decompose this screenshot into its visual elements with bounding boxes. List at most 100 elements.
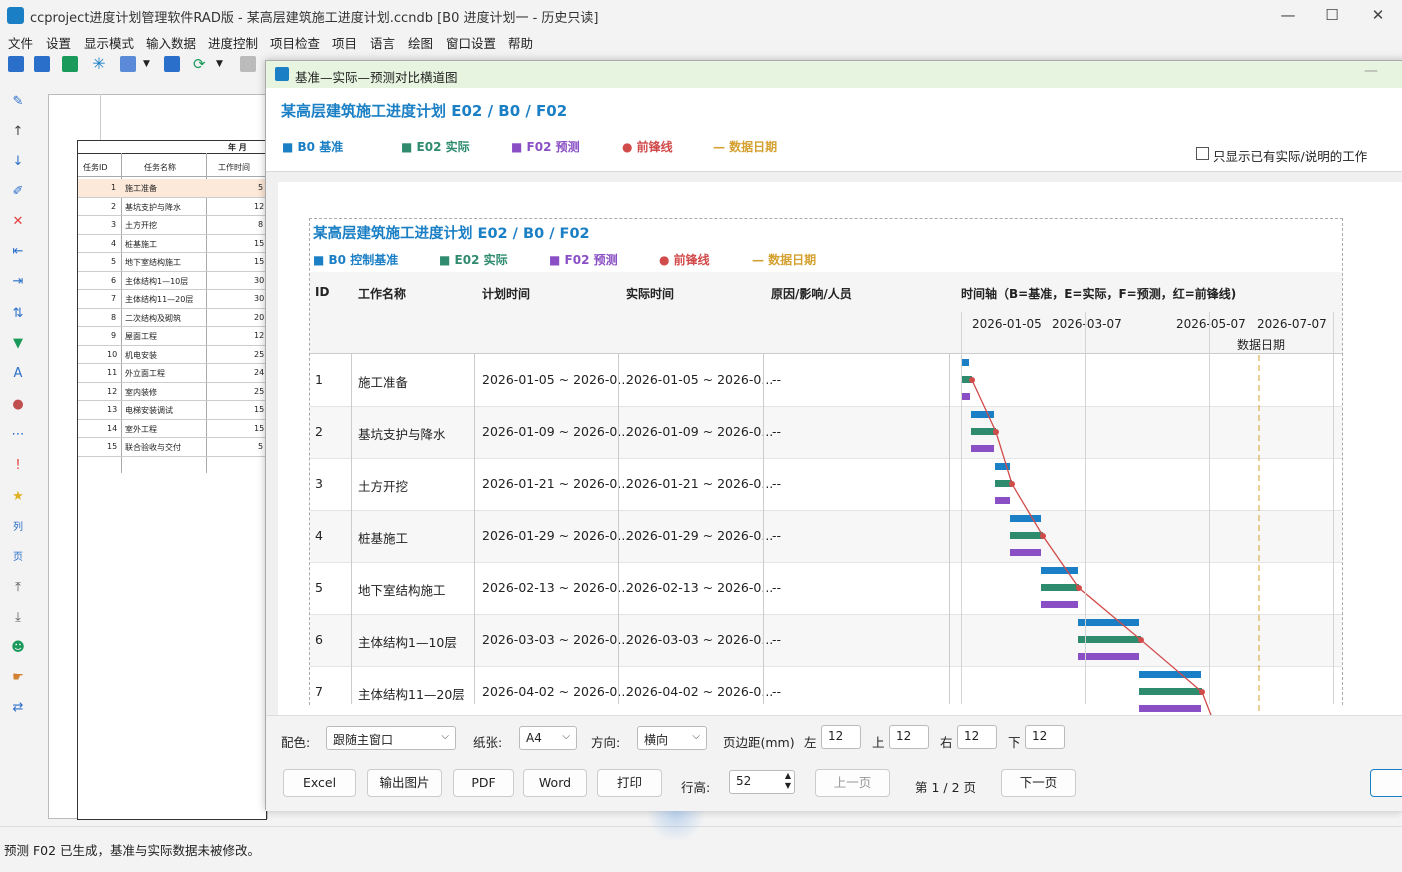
paper-select[interactable]: A4 ⌵: [519, 726, 577, 750]
next-page-button[interactable]: 下一页: [1001, 769, 1076, 797]
sheet-row[interactable]: 3 土方开挖 8: [78, 216, 266, 235]
print-button[interactable]: 打印: [597, 769, 662, 797]
print-icon[interactable]: [164, 56, 180, 72]
sheet-cell-id: 15: [107, 442, 118, 451]
sheet-row[interactable]: 7 主体结构11—20层 30: [78, 290, 266, 309]
margin-bottom-input[interactable]: 12: [1025, 725, 1065, 749]
sheet-row[interactable]: 6 主体结构1—10层 30: [78, 272, 266, 290]
pencil-icon[interactable]: ✎: [10, 94, 26, 110]
margin-left-input[interactable]: 12: [821, 725, 861, 749]
column-divider: [949, 354, 950, 704]
chevron-down-icon[interactable]: ▼: [216, 56, 232, 72]
col-task-name: 任务名称: [144, 163, 176, 172]
image-icon[interactable]: [120, 56, 136, 72]
sheet-cell-time: 12: [254, 331, 265, 340]
menu-progress-control[interactable]: 进度控制: [208, 33, 258, 52]
sheet-row[interactable]: 8 二次结构及砌筑 20: [78, 309, 266, 327]
dialog-minimize-button[interactable]: —: [1364, 63, 1378, 79]
menu-draw[interactable]: 绘图: [408, 33, 433, 52]
column-divider: [618, 354, 619, 704]
sheet-row[interactable]: 4 桩基施工 15: [78, 235, 266, 253]
sheet-row[interactable]: 13 电梯安装调试 15: [78, 401, 266, 420]
row-height-input[interactable]: 52 ▲ ▼: [729, 770, 795, 794]
arrow-up-icon[interactable]: ↑: [10, 124, 26, 140]
sheet-row[interactable]: 14 室外工程 15: [78, 420, 266, 438]
more-icon[interactable]: ⋯: [10, 427, 26, 443]
background-task-table: 年 月 任务ID 任务名称 工作时间 1 施工准备 5 2 基坑支护与降水 12 3 土方开挖…: [77, 140, 267, 820]
indent-icon[interactable]: ⇥: [10, 274, 26, 290]
page-info: 第 1 / 2 页: [915, 780, 977, 795]
grid-icon[interactable]: [240, 56, 256, 72]
swap-icon[interactable]: ⇄: [10, 700, 26, 716]
palette-icon[interactable]: ●: [10, 397, 26, 413]
menu-input-data[interactable]: 输入数据: [146, 33, 196, 52]
column-icon[interactable]: 列: [10, 520, 26, 536]
spin-icon[interactable]: ▲ ▼: [785, 771, 791, 791]
sheet-row[interactable]: 11 外立面工程 24: [78, 364, 266, 383]
close-dialog-button[interactable]: [1370, 769, 1402, 797]
sheet-row[interactable]: 2 基坑支护与降水 12: [78, 198, 266, 216]
sheet-row[interactable]: 15 联合验收与交付 5: [78, 438, 266, 457]
edit-icon[interactable]: ✐: [10, 184, 26, 200]
outdent-icon[interactable]: ⇤: [10, 244, 26, 260]
star-icon[interactable]: ★: [10, 489, 26, 505]
prev-page-button[interactable]: 上一页: [815, 769, 890, 797]
export-image-button[interactable]: 输出图片: [367, 769, 442, 797]
menu-settings[interactable]: 设置: [46, 33, 71, 52]
font-icon[interactable]: A: [10, 366, 26, 382]
asterisk-icon[interactable]: ✳: [91, 56, 107, 72]
users-icon[interactable]: ☻: [10, 640, 26, 656]
actual-bar: [1139, 688, 1202, 695]
menu-language[interactable]: 语言: [370, 33, 395, 52]
move-top-icon[interactable]: ⤒: [10, 580, 26, 596]
chevron-down-icon[interactable]: ▼: [143, 56, 159, 72]
menu-window-settings[interactable]: 窗口设置: [446, 33, 496, 52]
alert-icon[interactable]: !: [10, 458, 26, 474]
margin-right-input[interactable]: 12: [957, 725, 997, 749]
delete-icon[interactable]: ✕: [10, 214, 26, 230]
minimize-button[interactable]: —: [1277, 4, 1299, 26]
word-button[interactable]: Word: [523, 769, 587, 797]
print-preview-area: 某高层建筑施工进度计划 E02 / B0 / F02 ■ B0 控制基准 ■ E…: [266, 172, 1402, 842]
sheet-row[interactable]: 1 施工准备 5: [78, 179, 266, 198]
pdf-button[interactable]: PDF: [453, 769, 514, 797]
color-select[interactable]: 跟随主窗口 ⌵: [326, 726, 456, 750]
sheet-cell-id: 4: [111, 238, 117, 248]
col-work-time: 工作时间: [218, 163, 250, 172]
sheet-cell-time: 12: [254, 201, 265, 211]
save-icon[interactable]: [62, 56, 78, 72]
sheet-cell-id: 2: [111, 201, 117, 211]
sheet-cell-name: 联合验收与交付: [125, 443, 181, 452]
filter-icon[interactable]: ▼: [10, 336, 26, 352]
sheet-row[interactable]: 5 地下室结构施工 15: [78, 253, 266, 272]
only-actual-checkbox[interactable]: [1196, 147, 1209, 160]
menu-help[interactable]: 帮助: [508, 33, 533, 52]
sheet-row[interactable]: 9 屋面工程 12: [78, 327, 266, 346]
sheet-cell-id: 8: [111, 312, 117, 322]
excel-button[interactable]: Excel: [283, 769, 356, 797]
sheet-row[interactable]: 10 机电安装 25: [78, 346, 266, 364]
page-icon[interactable]: 页: [10, 550, 26, 566]
menu-project[interactable]: 项目: [332, 33, 357, 52]
maximize-button[interactable]: ☐: [1321, 4, 1343, 26]
orient-select[interactable]: 横向 ⌵: [637, 726, 707, 750]
new-icon[interactable]: [8, 56, 24, 72]
sort-icon[interactable]: ⇅: [10, 306, 26, 322]
hand-icon[interactable]: ☛: [10, 670, 26, 686]
open-folder-icon[interactable]: [34, 56, 50, 72]
sheet-cell-name: 土方开挖: [125, 221, 157, 230]
margin-top-input[interactable]: 12: [889, 725, 929, 749]
frontline-point: [1040, 533, 1046, 539]
menu-file[interactable]: 文件: [8, 33, 33, 52]
baseline-bar: [1041, 567, 1078, 574]
legend-baseline: ■ B0 基准: [282, 140, 344, 154]
move-bottom-icon[interactable]: ⤓: [10, 610, 26, 626]
refresh-icon[interactable]: ⟳: [193, 56, 209, 72]
menu-project-check[interactable]: 项目检查: [270, 33, 320, 52]
sheet-cell-id: 12: [107, 386, 118, 396]
arrow-down-icon[interactable]: ↓: [10, 154, 26, 170]
close-button[interactable]: ✕: [1367, 4, 1389, 26]
frontline-point: [969, 377, 975, 383]
menu-display-mode[interactable]: 显示模式: [84, 33, 134, 52]
sheet-row[interactable]: 12 室内装修 25: [78, 383, 266, 401]
